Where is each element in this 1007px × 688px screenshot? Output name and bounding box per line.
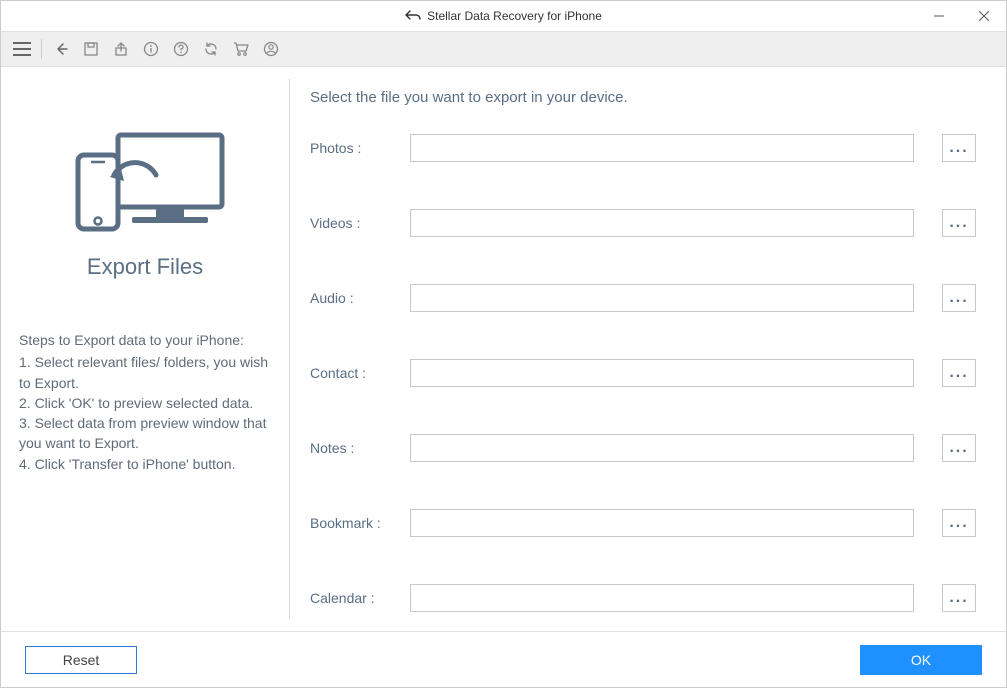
main-panel: Select the file you want to export in yo… [290,67,1006,631]
step-3: 3. Select data from preview window that … [19,413,271,454]
sidebar: Export Files Steps to Export data to you… [1,67,289,631]
steps-heading: Steps to Export data to your iPhone: [19,330,271,350]
audio-browse-button[interactable]: ... [942,284,976,312]
contact-input[interactable] [410,359,914,387]
steps-block: Steps to Export data to your iPhone: 1. … [19,330,271,474]
ok-button[interactable]: OK [860,645,982,675]
notes-label: Notes : [310,440,410,456]
footer: Reset OK [1,631,1006,687]
calendar-label: Calendar : [310,590,410,606]
titlebar-title-wrap: Stellar Data Recovery for iPhone [405,9,602,23]
export-title: Export Files [87,254,203,280]
arrow-left-icon [53,41,69,57]
photos-browse-button[interactable]: ... [942,134,976,162]
app-back-arrow-icon [405,10,421,22]
instruction-text: Select the file you want to export in yo… [310,89,976,106]
photos-input[interactable] [410,134,914,162]
info-button[interactable] [138,36,164,62]
close-button[interactable] [961,1,1006,31]
hamburger-icon [13,42,31,56]
bookmark-browse-button[interactable]: ... [942,509,976,537]
refresh-button[interactable] [198,36,224,62]
save-button[interactable] [78,36,104,62]
field-row-bookmark: Bookmark : ... [310,509,976,537]
titlebar: Stellar Data Recovery for iPhone [1,1,1006,31]
step-1: 1. Select relevant files/ folders, you w… [19,352,271,393]
audio-input[interactable] [410,284,914,312]
calendar-browse-button[interactable]: ... [942,584,976,612]
back-button[interactable] [48,36,74,62]
field-row-notes: Notes : ... [310,434,976,462]
share-icon [113,41,129,57]
titlebar-controls [916,1,1006,31]
bookmark-input[interactable] [410,509,914,537]
contact-label: Contact : [310,365,410,381]
notes-browse-button[interactable]: ... [942,434,976,462]
cart-button[interactable] [228,36,254,62]
save-icon [83,41,99,57]
reset-button[interactable]: Reset [25,646,137,674]
field-row-calendar: Calendar : ... [310,584,976,612]
calendar-input[interactable] [410,584,914,612]
menu-button[interactable] [9,36,35,62]
step-2: 2. Click 'OK' to preview selected data. [19,393,271,413]
photos-label: Photos : [310,140,410,156]
minimize-button[interactable] [916,1,961,31]
field-row-photos: Photos : ... [310,134,976,162]
step-4: 4. Click 'Transfer to iPhone' button. [19,454,271,474]
contact-browse-button[interactable]: ... [942,359,976,387]
field-row-contact: Contact : ... [310,359,976,387]
cart-icon [233,41,250,57]
videos-input[interactable] [410,209,914,237]
help-icon [173,41,189,57]
info-icon [143,41,159,57]
toolbar [1,31,1006,67]
field-row-videos: Videos : ... [310,209,976,237]
window-title: Stellar Data Recovery for iPhone [427,9,602,23]
toolbar-separator [41,39,42,59]
notes-input[interactable] [410,434,914,462]
share-button[interactable] [108,36,134,62]
videos-label: Videos : [310,215,410,231]
user-icon [263,41,279,57]
field-row-audio: Audio : ... [310,284,976,312]
export-illustration-icon [60,127,230,242]
bookmark-label: Bookmark : [310,515,410,531]
videos-browse-button[interactable]: ... [942,209,976,237]
content-area: Export Files Steps to Export data to you… [1,67,1006,631]
refresh-icon [203,41,219,57]
help-button[interactable] [168,36,194,62]
account-button[interactable] [258,36,284,62]
audio-label: Audio : [310,290,410,306]
